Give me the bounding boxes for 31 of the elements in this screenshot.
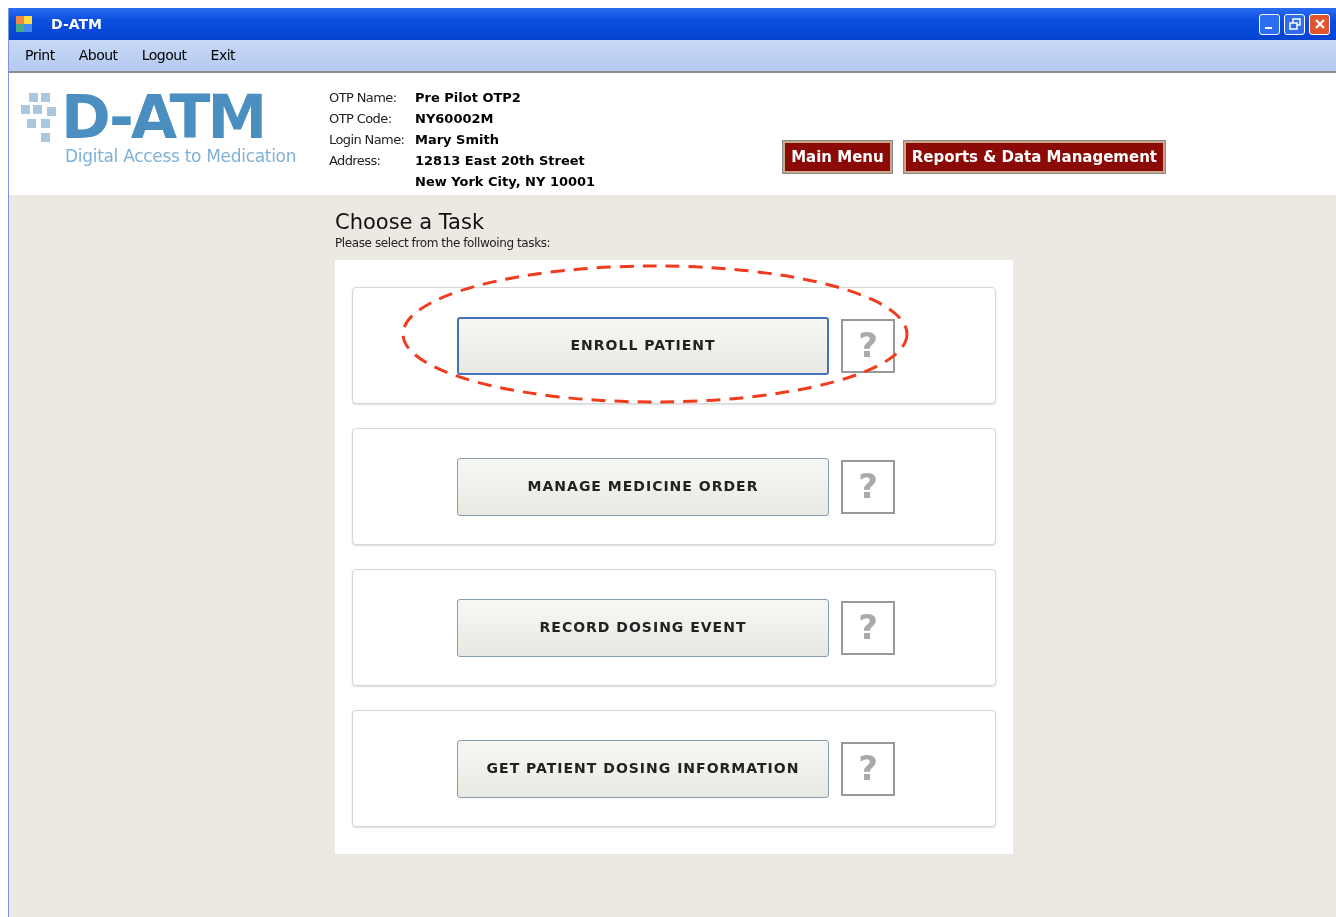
menu-item[interactable]: Logout: [141, 45, 187, 66]
menu-item[interactable]: About: [78, 45, 118, 66]
task-button[interactable]: RECORD DOSING EVENT: [457, 598, 829, 657]
restore-icon: [1288, 18, 1301, 30]
logo-wordmark: D-ATM: [61, 87, 265, 147]
field-value: Mary Smith: [415, 131, 499, 149]
task-button[interactable]: GET PATIENT DOSING INFORMATION: [457, 739, 829, 798]
field-value: NY60002M: [415, 110, 494, 128]
field-label: OTP Code:: [329, 110, 393, 128]
field-label: OTP Name:: [329, 89, 398, 107]
menu-item[interactable]: Print: [25, 45, 55, 66]
logo-tagline: Digital Access to Medication: [65, 147, 298, 166]
minimize-button[interactable]: [1259, 13, 1280, 35]
close-button[interactable]: [1309, 13, 1330, 35]
menu-item[interactable]: Exit: [210, 45, 236, 66]
task-button[interactable]: ENROLL PATIENT: [457, 316, 829, 375]
field-value: New York City, NY 10001: [415, 173, 596, 191]
minimize-icon: [1264, 27, 1272, 29]
field-value: 12813 East 20th Street: [415, 152, 586, 170]
section-heading: Choose a Task: [335, 211, 486, 235]
close-icon: [1313, 18, 1326, 30]
restore-button[interactable]: [1284, 13, 1305, 35]
nav-button[interactable]: Main Menu: [783, 141, 892, 173]
app-icon: [15, 15, 33, 33]
window-title: D-ATM: [51, 14, 102, 34]
field-value: Pre Pilot OTP2: [415, 89, 521, 107]
task-button[interactable]: MANAGE MEDICINE ORDER: [457, 457, 829, 516]
section-subheading: Please select from the follwoing tasks:: [335, 235, 552, 253]
nav-button[interactable]: Reports & Data Management: [903, 141, 1165, 173]
field-label: Login Name:: [329, 131, 406, 149]
field-label: Address:: [329, 152, 382, 170]
